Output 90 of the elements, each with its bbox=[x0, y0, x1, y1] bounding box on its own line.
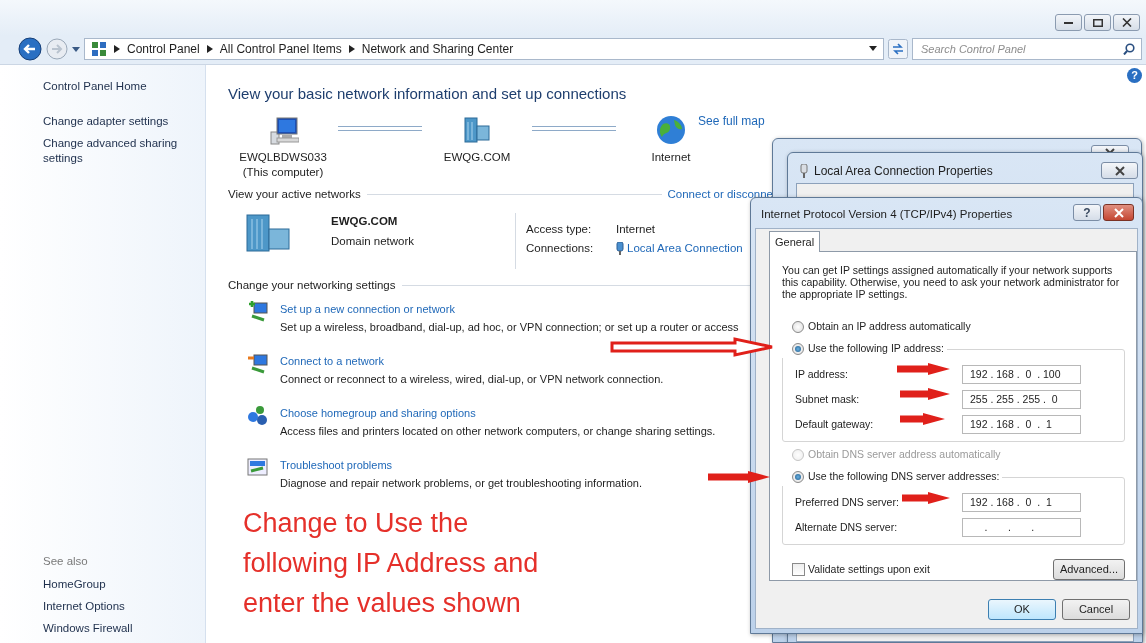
ip-field[interactable]: . . . bbox=[962, 518, 1081, 537]
advanced-button[interactable]: Advanced... bbox=[1052, 559, 1125, 580]
task-link[interactable]: Set up a new connection or network bbox=[280, 300, 739, 318]
ip-field[interactable]: 192 . 168 . 0 . 1 bbox=[962, 415, 1081, 434]
ip-field[interactable]: 255 . 255 . 255 . 0 bbox=[962, 390, 1081, 409]
plug-icon bbox=[616, 242, 624, 256]
section-heading: Change your networking settings bbox=[228, 277, 396, 293]
search-field[interactable]: Search Control Panel bbox=[912, 38, 1142, 60]
task-description: Connect or reconnect to a wireless, wired, dial-up, or VPN network connection. bbox=[280, 372, 664, 387]
task-link[interactable]: Connect to a network bbox=[280, 352, 664, 370]
network-connect-icon bbox=[246, 352, 268, 374]
node-label: (This computer) bbox=[242, 164, 324, 180]
chevron-icon[interactable] bbox=[348, 45, 355, 53]
refresh-button[interactable] bbox=[888, 39, 908, 59]
globe-icon[interactable] bbox=[655, 113, 687, 146]
instruction-note: Change to Use the following IP Address and enter the values shown bbox=[243, 507, 540, 620]
arrow bbox=[708, 471, 770, 483]
plug-icon bbox=[800, 164, 808, 178]
radio-option[interactable]: Obtain an IP address automatically bbox=[782, 318, 1124, 336]
chevron-icon[interactable] bbox=[206, 45, 213, 53]
ok-button[interactable]: OK bbox=[988, 599, 1056, 620]
sidebar-link[interactable]: HomeGroup bbox=[43, 577, 183, 592]
arrow bbox=[897, 363, 950, 375]
field-label: Alternate DNS server: bbox=[795, 519, 898, 535]
ip-field[interactable]: 192 . 168 . 0 . 100 bbox=[962, 365, 1081, 384]
arrow bbox=[900, 413, 945, 425]
ip-field[interactable]: 192 . 168 . 0 . 1 bbox=[962, 493, 1081, 512]
close-icon bbox=[1113, 165, 1126, 176]
task-description: Set up a wireless, broadband, dial-up, ad hoc, or VPN connection; or set up a router or access bbox=[280, 320, 739, 335]
field-label: Access type: bbox=[526, 221, 593, 237]
arrow bbox=[900, 388, 950, 400]
network-name: EWQG.COM bbox=[331, 213, 399, 229]
address-field[interactable]: Control Panel All Control Panel Items Network and Sharing Center bbox=[84, 38, 884, 60]
field-label: Default gateway: bbox=[795, 416, 874, 432]
dialog-title: Local Area Connection Properties bbox=[814, 163, 993, 180]
task-link[interactable]: Choose homegroup and sharing options bbox=[280, 404, 716, 422]
section-heading: View your active networks bbox=[228, 186, 361, 202]
field-label: Preferred DNS server: bbox=[795, 494, 899, 510]
node-label: EWQG.COM bbox=[443, 149, 511, 165]
breadcrumb[interactable]: Network and Sharing Center bbox=[361, 40, 514, 58]
close-icon bbox=[1112, 207, 1125, 218]
task-description: Diagnose and repair network problems, or get troubleshooting information. bbox=[280, 476, 642, 491]
back-button[interactable] bbox=[18, 37, 42, 61]
help-button[interactable]: ? bbox=[1073, 204, 1101, 221]
sidebar-link[interactable]: Control Panel Home bbox=[43, 79, 183, 94]
tab[interactable]: General bbox=[769, 231, 821, 252]
close-button[interactable] bbox=[1101, 162, 1138, 179]
dialog-title: Internet Protocol Version 4 (TCP/IPv4) Properties bbox=[761, 207, 1013, 222]
radio-option[interactable]: Use the following DNS server addresses: bbox=[782, 468, 1003, 486]
node-label: EWQLBDWS033 bbox=[239, 149, 327, 165]
homegroup-icon bbox=[246, 404, 268, 426]
sidebar-link[interactable]: Internet Options bbox=[43, 599, 183, 614]
breadcrumb[interactable]: Control Panel bbox=[127, 40, 200, 58]
breadcrumb[interactable]: All Control Panel Items bbox=[219, 40, 342, 58]
maximize-icon bbox=[1092, 18, 1103, 27]
close-button[interactable] bbox=[1103, 204, 1134, 221]
close-button[interactable] bbox=[1113, 14, 1140, 31]
see-full-map-link[interactable]: See full map bbox=[698, 112, 765, 130]
task-description: Access files and printers located on other network computers, or change sharing settings. bbox=[280, 424, 716, 439]
validate-checkbox[interactable]: Validate settings upon exit bbox=[792, 561, 930, 578]
sidebar-link[interactable]: Change advanced sharing settings bbox=[43, 136, 183, 166]
minimize-button[interactable] bbox=[1055, 14, 1082, 31]
network-type: Domain network bbox=[331, 234, 415, 249]
connection-link[interactable]: Local Area Connection bbox=[627, 240, 743, 258]
help-icon[interactable]: ? bbox=[1127, 68, 1142, 83]
search-icon[interactable] bbox=[1123, 43, 1135, 55]
page-title: View your basic network information and set up connections bbox=[228, 84, 627, 104]
intro-text: You can get IP settings assigned automatically if your network supports this capability. Otherwise, you need to ask your network administrator for the appropriate IP settings. bbox=[782, 264, 1121, 300]
chevron-icon[interactable] bbox=[114, 45, 120, 53]
field-label: IP address: bbox=[795, 366, 848, 382]
arrow bbox=[902, 492, 950, 504]
maximize-button[interactable] bbox=[1084, 14, 1111, 31]
close-icon bbox=[1121, 18, 1132, 27]
radio-option[interactable]: Use the following IP address: bbox=[782, 340, 947, 358]
dropdown-icon[interactable] bbox=[72, 45, 80, 53]
control-panel-icon bbox=[91, 41, 107, 57]
cancel-button[interactable]: Cancel bbox=[1062, 599, 1130, 620]
minimize-icon bbox=[1064, 21, 1073, 24]
troubleshoot-icon bbox=[246, 456, 268, 478]
dropdown-icon[interactable] bbox=[869, 46, 877, 52]
server-icon bbox=[245, 212, 291, 253]
field-value: Internet bbox=[616, 221, 656, 237]
sidebar-link[interactable]: Windows Firewall bbox=[43, 621, 183, 636]
section-heading: See also bbox=[43, 553, 89, 569]
node-label: Internet bbox=[651, 149, 691, 165]
network-setup-icon bbox=[246, 300, 268, 322]
field-label: Connections: bbox=[526, 241, 595, 256]
task-link[interactable]: Troubleshoot problems bbox=[280, 456, 642, 474]
field-label: Subnet mask: bbox=[795, 391, 860, 407]
sidebar-link[interactable]: Change adapter settings bbox=[43, 114, 183, 129]
